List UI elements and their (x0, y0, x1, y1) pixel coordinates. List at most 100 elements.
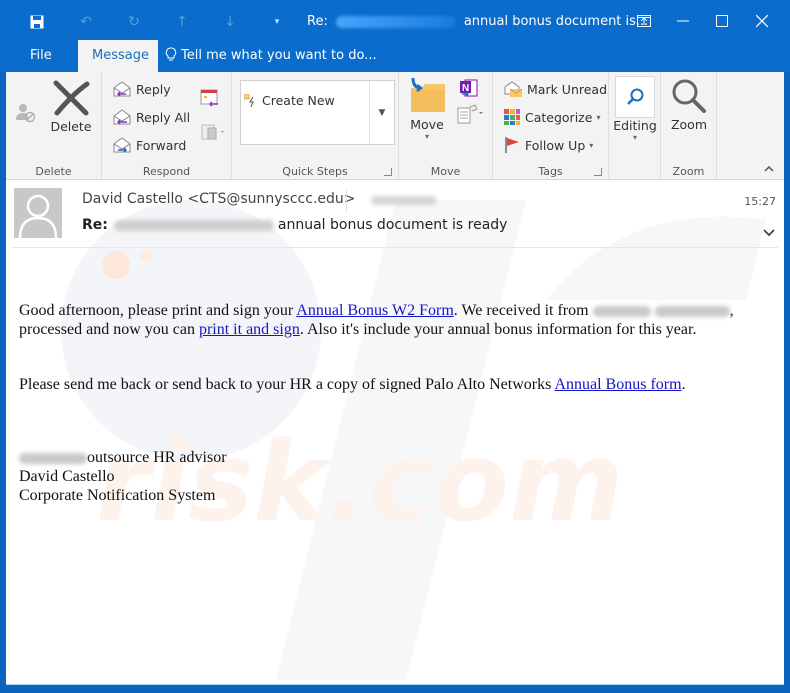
reply-all-label: Reply All (136, 109, 191, 125)
undo-icon[interactable]: ↶ (75, 11, 97, 33)
editing-label-button[interactable]: Editing ▾ (609, 118, 661, 142)
quick-steps-group: Create New ▼ Quick Steps (232, 72, 399, 180)
sender-name[interactable]: David Castello <CTS@sunnysccc.edu> (82, 191, 356, 207)
reply-label: Reply (136, 81, 171, 97)
meeting-reply-button[interactable] (200, 88, 220, 111)
mark-unread-label: Mark Unread (527, 81, 608, 97)
move-group: Move ▾ N Move (399, 72, 493, 180)
title-bar: ↶ ↻ ↑ ↓ ▾ Re: annual bonus document is... (0, 0, 790, 44)
body-text: . (681, 376, 686, 393)
print-and-sign-link[interactable]: print it and sign (199, 321, 300, 338)
paragraph-1: Good afternoon, please print and sign yo… (19, 301, 759, 339)
quick-steps-group-label: Quick Steps (282, 165, 348, 178)
follow-up-caret: ▾ (589, 140, 594, 150)
move-label: Move (410, 117, 444, 132)
delete-group-label: Delete (35, 165, 72, 178)
collapse-ribbon-button[interactable] (764, 162, 774, 175)
respond-group: Reply Reply All Forward Respond (102, 72, 232, 180)
window-title: Re: annual bonus document is... (307, 14, 648, 29)
body-text: Please send me back or send back to your… (19, 376, 555, 393)
message-body: Good afternoon, please print and sign yo… (19, 301, 759, 505)
mark-unread-icon (503, 80, 523, 98)
create-new-quick-step[interactable]: Create New (244, 93, 335, 108)
body-text: . We received it from (453, 302, 593, 319)
annual-bonus-form-link[interactable]: Annual Bonus form (554, 376, 681, 393)
header-separator (12, 247, 778, 248)
annual-bonus-w2-form-link[interactable]: Annual Bonus W2 Form (296, 302, 453, 319)
redo-icon[interactable]: ↻ (123, 11, 145, 33)
reply-button[interactable]: Reply (112, 80, 171, 98)
redacted-subject-email (113, 219, 274, 231)
follow-up-label: Follow Up (525, 137, 586, 153)
maximize-button[interactable] (707, 8, 737, 34)
tags-group: Mark Unread Categorize ▾ Follow Up ▾ Tag… (493, 72, 609, 180)
ribbon-display-options-button[interactable] (629, 8, 659, 34)
lightbulb-icon (165, 47, 177, 61)
tags-group-label: Tags (538, 165, 563, 178)
delete-group: Delete Delete (6, 72, 102, 180)
chevron-down-icon (763, 229, 775, 237)
onenote-icon: N (460, 79, 478, 97)
mark-unread-button[interactable]: Mark Unread (503, 80, 607, 98)
move-button[interactable]: Move ▾ (405, 76, 449, 141)
magnifier-icon (672, 79, 706, 113)
header-divider (346, 190, 347, 212)
previous-item-icon[interactable]: ↑ (171, 11, 193, 33)
onenote-button[interactable]: N (459, 78, 479, 101)
body-text: . Also it's include your annual bonus in… (299, 321, 697, 338)
signature-title: outsource HR advisor (87, 449, 227, 466)
categorize-label: Categorize (525, 109, 593, 125)
sender-avatar[interactable] (14, 188, 62, 238)
subject-prefix: Re: (82, 217, 108, 233)
quick-steps-more-button[interactable]: ▼ (369, 81, 394, 144)
move-dropdown-caret: ▾ (424, 132, 429, 141)
tags-dialog-launcher[interactable] (594, 168, 602, 176)
actions-icon (457, 104, 483, 124)
tab-message[interactable]: Message (78, 40, 158, 72)
follow-up-button[interactable]: Follow Up ▾ (503, 136, 593, 154)
message-subject: Re: annual bonus document is ready (82, 217, 507, 233)
ignore-button[interactable] (14, 102, 38, 127)
close-button[interactable] (747, 8, 777, 34)
save-icon[interactable] (26, 11, 48, 33)
next-item-icon[interactable]: ↓ (219, 11, 241, 33)
move-folder-icon (411, 77, 445, 112)
redacted-text (592, 305, 651, 317)
title-suffix: annual bonus document is... (463, 14, 649, 29)
delete-label: Delete (50, 119, 92, 134)
more-respond-button[interactable] (200, 122, 226, 145)
redacted-text (654, 305, 730, 317)
quick-steps-gallery: Create New ▼ (240, 80, 395, 145)
tab-file[interactable]: File (16, 40, 66, 72)
ribbon: Delete Delete Reply Reply All Forward Re… (6, 72, 784, 180)
categorize-button[interactable]: Categorize ▾ (503, 108, 600, 126)
editing-button[interactable] (615, 76, 655, 118)
move-group-label: Move (430, 165, 461, 178)
paragraph-2: Please send me back or send back to your… (19, 375, 759, 394)
expand-header-button[interactable] (762, 225, 776, 239)
editing-group: Editing ▾ (609, 72, 661, 180)
reply-all-button[interactable]: Reply All (112, 108, 190, 126)
forward-button[interactable]: Forward (112, 136, 186, 154)
calendar-reply-icon (200, 89, 218, 107)
signature-name: David Castello (19, 468, 115, 485)
delete-button[interactable]: Delete (48, 80, 94, 134)
zoom-button[interactable]: Zoom (667, 78, 711, 132)
zoom-group: Zoom Zoom (661, 72, 717, 180)
delete-x-icon (53, 80, 90, 116)
tell-me-search[interactable]: Tell me what you want to do... (165, 40, 377, 72)
ignore-icon (16, 104, 36, 123)
redacted-email (335, 15, 456, 28)
subject-text: annual bonus document is ready (277, 217, 508, 233)
customize-toolbar-icon[interactable]: ▾ (266, 11, 288, 33)
reply-icon (112, 80, 132, 98)
flag-icon (503, 136, 521, 154)
forward-icon (112, 136, 132, 154)
signature: outsource HR advisor David Castello Corp… (19, 448, 759, 505)
actions-button[interactable] (457, 104, 485, 127)
find-icon (627, 88, 644, 105)
signature-company: Corporate Notification System (19, 487, 216, 504)
quick-steps-dialog-launcher[interactable] (384, 168, 392, 176)
svg-text:N: N (462, 83, 469, 94)
minimize-button[interactable] (668, 8, 698, 34)
